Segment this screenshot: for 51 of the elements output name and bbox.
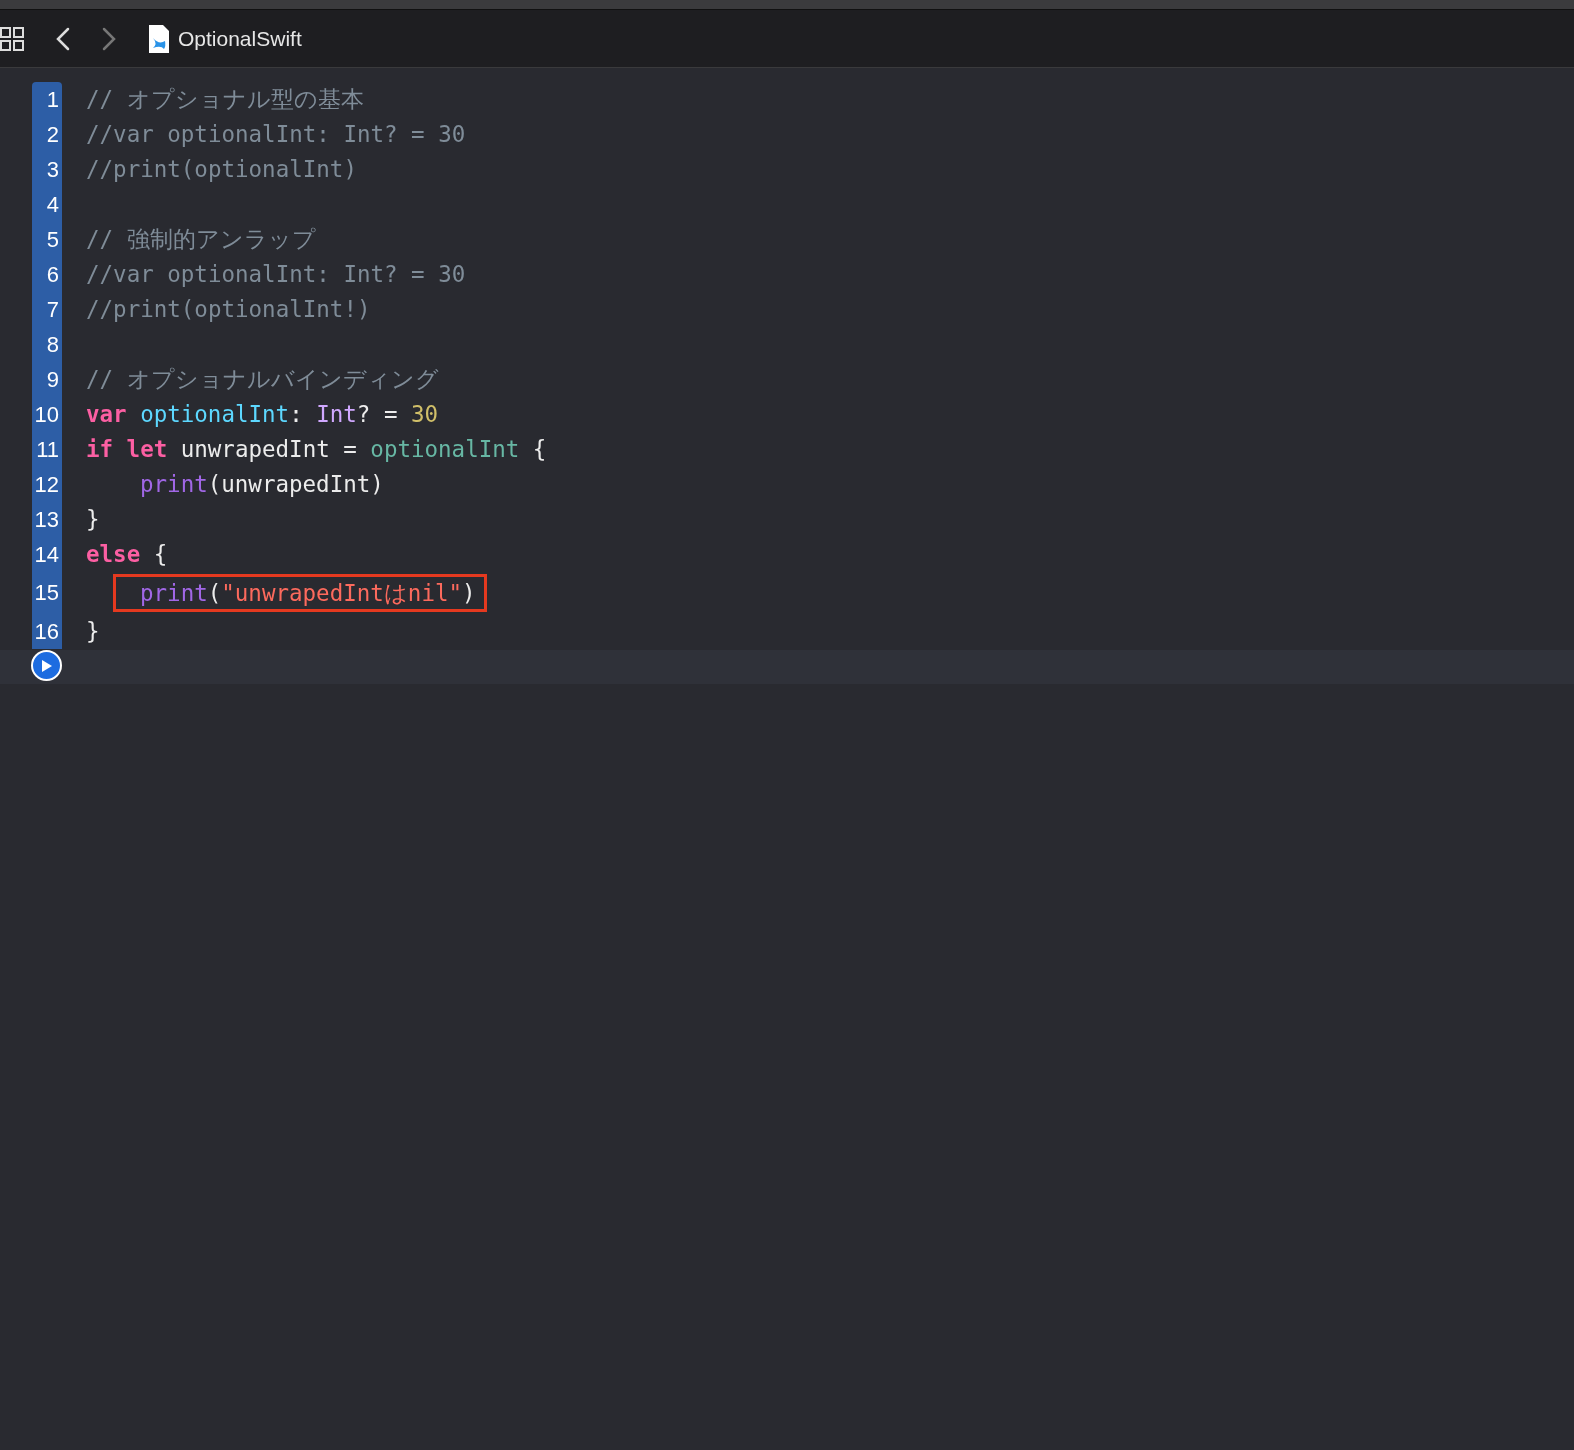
- back-icon[interactable]: [56, 26, 70, 51]
- plain-token: }: [85, 617, 100, 646]
- line-number: 9: [32, 362, 62, 397]
- swift-file-icon: [148, 23, 170, 54]
- plain-token: :: [289, 400, 303, 429]
- line-number: 2: [32, 117, 62, 152]
- string-token: "unwrapedIntはnil": [221, 579, 463, 608]
- comment-token: //var optionalInt: Int? = 30: [85, 120, 466, 149]
- comment-token: //print(optionalInt): [85, 155, 357, 184]
- plain-token: (unwrapedInt): [207, 470, 384, 499]
- comment-token: //print(optionalInt!): [85, 295, 371, 324]
- line-number: 16: [32, 614, 62, 649]
- comment-token: // 強制的アンラップ: [85, 225, 316, 254]
- line-number: 8: [32, 327, 62, 362]
- line-number: 7: [32, 292, 62, 327]
- line-number: 5: [32, 222, 62, 257]
- plain-token: {: [152, 540, 168, 569]
- plain-token: ): [462, 579, 476, 608]
- line-number: 6: [32, 257, 62, 292]
- keyword-token: if: [85, 435, 114, 464]
- grid-icon[interactable]: [0, 25, 26, 52]
- number-token: 30: [410, 400, 439, 429]
- line-number: 15: [32, 572, 62, 614]
- keyword-token: else: [85, 540, 141, 569]
- type-token: Int: [315, 400, 357, 429]
- reference-token: optionalInt: [369, 435, 520, 464]
- declaration-token: optionalInt: [139, 400, 290, 429]
- line-number: 3: [32, 152, 62, 187]
- comment-token: // オプショナルバインディング: [85, 365, 439, 394]
- comment-token: // オプショナル型の基本: [85, 85, 364, 114]
- line-number: 13: [32, 502, 62, 537]
- keyword-token: var: [85, 400, 127, 429]
- run-button[interactable]: [31, 650, 62, 681]
- plain-token: (: [207, 579, 222, 608]
- line-number: 14: [32, 537, 62, 572]
- plain-token: }: [85, 505, 100, 534]
- line-number: 12: [32, 467, 62, 502]
- line-number: 10: [32, 397, 62, 432]
- keyword-token: let: [125, 435, 168, 464]
- function-token: print: [139, 579, 208, 608]
- plain-token: {: [531, 435, 547, 464]
- plain-token: ? =: [356, 400, 398, 429]
- line-number: 4: [32, 187, 62, 222]
- play-icon: [40, 658, 53, 673]
- forward-icon[interactable]: [102, 26, 116, 51]
- plain-token: unwrapedInt =: [179, 435, 357, 464]
- function-token: print: [139, 470, 208, 499]
- file-name[interactable]: OptionalSwift: [178, 22, 302, 55]
- comment-token: //var optionalInt: Int? = 30: [85, 260, 466, 289]
- line-number: 1: [32, 82, 62, 117]
- line-number: 11: [32, 432, 62, 467]
